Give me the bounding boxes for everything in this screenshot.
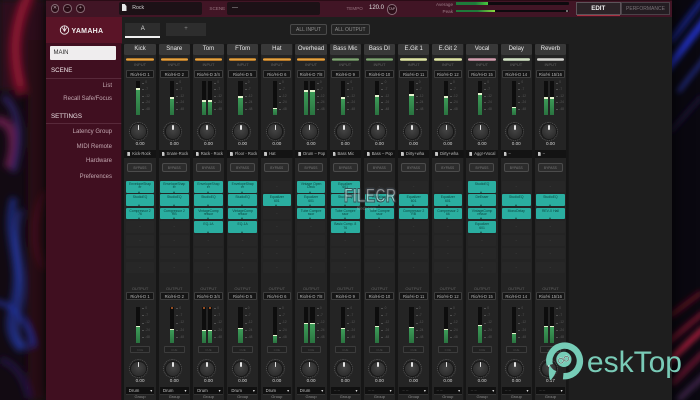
svg-text:YAMAHA: YAMAHA xyxy=(72,28,104,35)
svg-text:eskTop: eskTop xyxy=(587,346,682,379)
